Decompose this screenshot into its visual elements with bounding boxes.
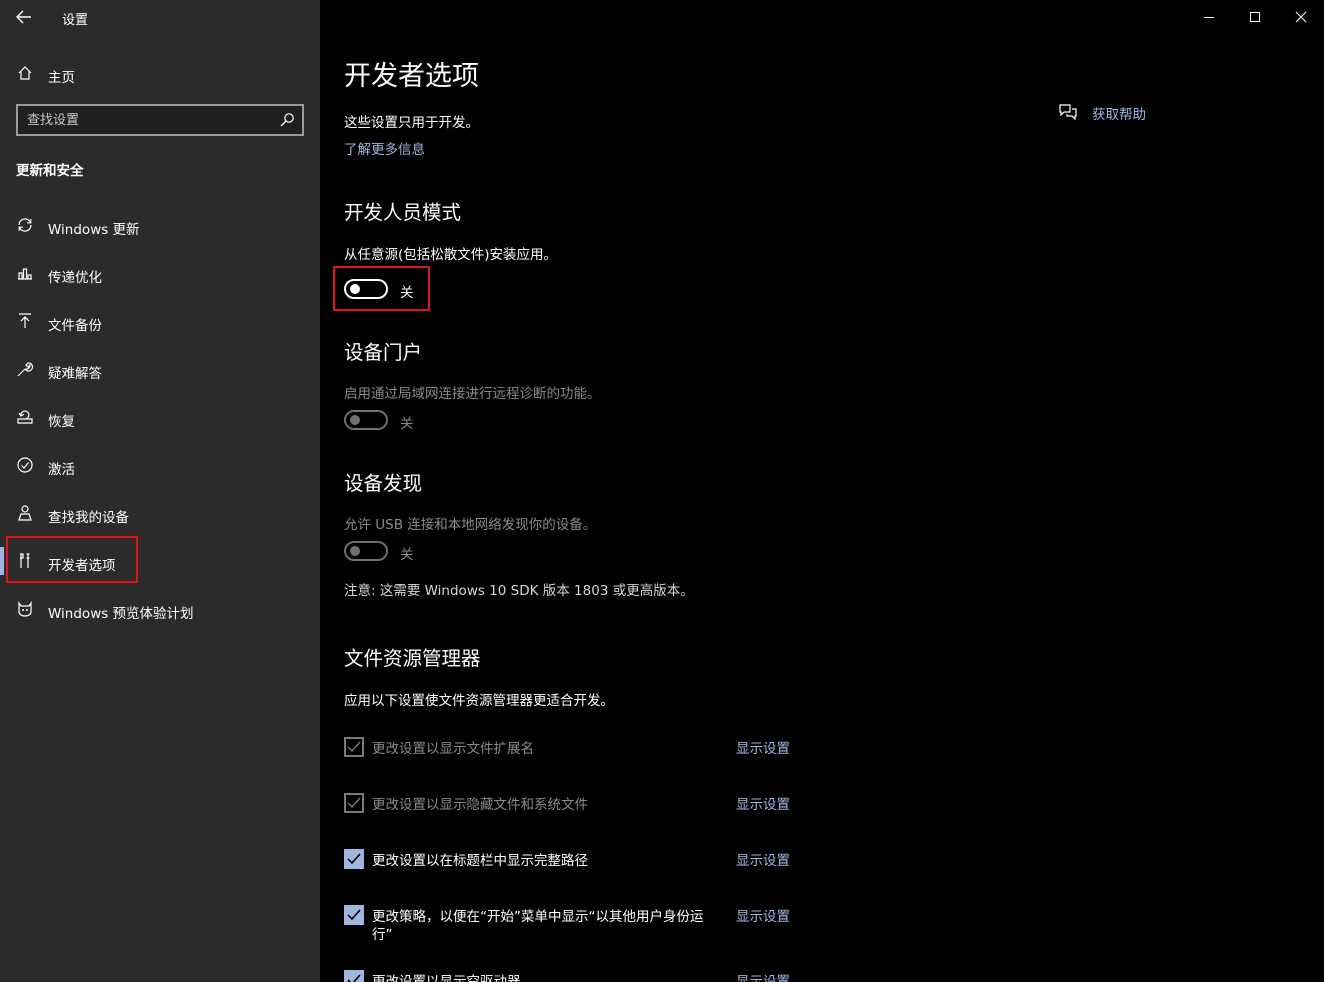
sync-icon (16, 216, 34, 234)
delivery-optimization-icon (16, 264, 34, 282)
person-location-icon (16, 504, 34, 522)
check-circle-icon (16, 456, 34, 474)
checkmark-icon (347, 909, 361, 921)
sidebar-item-delivery-optimization[interactable]: 传递优化 (0, 254, 320, 294)
learn-more-link[interactable]: 了解更多信息 (344, 138, 425, 158)
sidebar-item-recovery[interactable]: 恢复 (0, 398, 320, 438)
selection-highlight-box (6, 536, 138, 583)
checkbox-label: 更改策略，以便在“开始”菜单中显示“以其他用户身份运 (372, 909, 704, 925)
device-portal-desc: 启用通过局域网连接进行远程诊断的功能。 (344, 386, 601, 402)
developer-mode-desc: 从任意源(包括松散文件)安装应用。 (344, 247, 558, 263)
sidebar-item-label: 激活 (48, 462, 75, 478)
sidebar-item-label: 主页 (48, 70, 75, 86)
sidebar-item-backup[interactable]: 文件备份 (0, 302, 320, 342)
backup-arrow-up-icon (16, 312, 34, 330)
main-content: 开发者选项 这些设置只用于开发。 了解更多信息 获取帮助 开发人员模式 从任意源… (320, 0, 1324, 982)
show-settings-link[interactable]: 显示设置 (736, 793, 790, 813)
file-explorer-title: 文件资源管理器 (344, 647, 481, 670)
toggle-knob (350, 415, 360, 425)
device-discovery-toggle[interactable] (344, 541, 388, 561)
sidebar-item-label: 疑难解答 (48, 366, 102, 382)
device-discovery-note: 注意: 这需要 Windows 10 SDK 版本 1803 或更高版本。 (344, 583, 694, 599)
toggle-knob (350, 546, 360, 556)
checkmark-icon (347, 797, 361, 809)
sidebar-item-label: 文件备份 (48, 318, 102, 334)
show-settings-link[interactable]: 显示设置 (736, 970, 790, 982)
home-icon (16, 64, 34, 82)
sidebar-item-label: Windows 更新 (48, 222, 140, 238)
search-box (16, 104, 304, 136)
search-input[interactable] (18, 106, 268, 134)
checkmark-icon (347, 741, 361, 753)
show-settings-link[interactable]: 显示设置 (736, 905, 790, 925)
checkbox-label: 更改设置以在标题栏中显示完整路径 (372, 853, 588, 869)
checkbox-show-hidden-files[interactable] (344, 793, 364, 813)
sidebar-item-windows-insider[interactable]: Windows 预览体验计划 (0, 590, 320, 630)
device-portal-toggle[interactable] (344, 410, 388, 430)
sidebar-item-find-my-device[interactable]: 查找我的设备 (0, 494, 320, 534)
device-discovery-title: 设备发现 (344, 472, 423, 495)
device-portal-state: 关 (400, 416, 414, 432)
sidebar: 设置 主页 更新和安全 Windows 更新 传递优化 文件备份 (0, 0, 320, 982)
checkbox-label: 更改设置以显示隐藏文件和系统文件 (372, 797, 588, 813)
toggle-highlight-box (333, 266, 430, 311)
device-portal-title: 设备门户 (344, 341, 423, 364)
sidebar-item-label: 传递优化 (48, 270, 102, 286)
get-help-link[interactable]: 获取帮助 (1092, 103, 1146, 123)
sidebar-item-label: 恢复 (48, 414, 75, 430)
page-description: 这些设置只用于开发。 (344, 115, 479, 131)
window-title: 设置 (62, 13, 89, 28)
checkmark-icon (347, 853, 361, 865)
device-discovery-state: 关 (400, 547, 414, 563)
arrow-left-icon (16, 10, 31, 24)
checkbox-label: 更改设置以显示空驱动器 (372, 974, 521, 982)
wrench-icon (16, 360, 34, 378)
developer-mode-title: 开发人员模式 (344, 201, 462, 224)
checkbox-show-empty-drives[interactable] (344, 970, 364, 982)
show-settings-link[interactable]: 显示设置 (736, 849, 790, 869)
sidebar-item-home[interactable]: 主页 (0, 54, 320, 94)
back-button[interactable] (12, 6, 36, 28)
device-discovery-desc: 允许 USB 连接和本地网络发现你的设备。 (344, 517, 597, 533)
checkbox-label: 更改设置以显示文件扩展名 (372, 741, 534, 757)
checkbox-show-full-path[interactable] (344, 849, 364, 869)
checkbox-run-as-different-user[interactable] (344, 905, 364, 925)
insider-cat-icon (16, 600, 34, 618)
sidebar-item-windows-update[interactable]: Windows 更新 (0, 206, 320, 246)
sidebar-item-label: Windows 预览体验计划 (48, 606, 194, 622)
search-icon[interactable] (279, 112, 295, 128)
page-title: 开发者选项 (344, 61, 479, 92)
help-chat-icon (1058, 102, 1078, 122)
show-settings-link[interactable]: 显示设置 (736, 737, 790, 757)
section-title: 更新和安全 (16, 163, 84, 179)
sidebar-item-activation[interactable]: 激活 (0, 446, 320, 486)
checkmark-icon (347, 974, 361, 982)
checkbox-show-extensions[interactable] (344, 737, 364, 757)
sidebar-item-label: 查找我的设备 (48, 510, 129, 526)
file-explorer-desc: 应用以下设置使文件资源管理器更适合开发。 (344, 693, 614, 709)
checkbox-label-continued: 行” (372, 927, 393, 943)
sidebar-item-troubleshoot[interactable]: 疑难解答 (0, 350, 320, 390)
recovery-icon (16, 408, 34, 426)
